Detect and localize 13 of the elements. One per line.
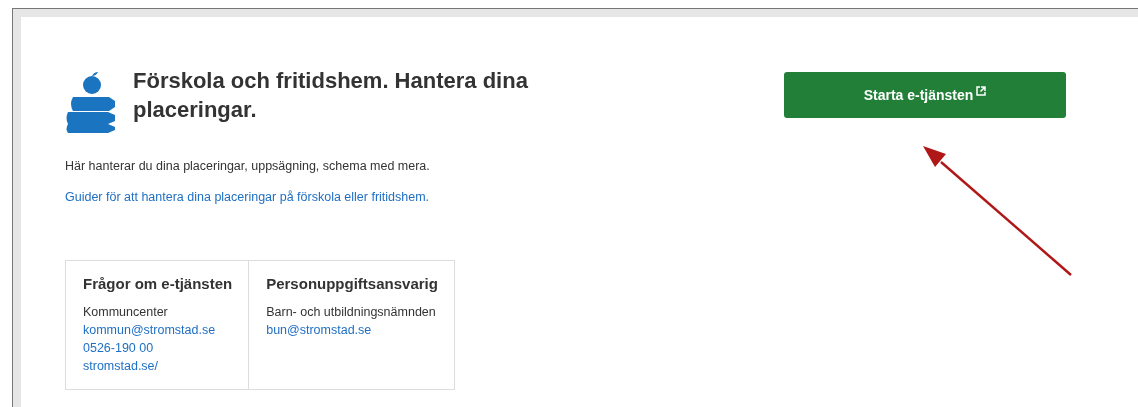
contact-link[interactable]: stromstad.se/ <box>83 356 233 375</box>
guide-link[interactable]: Guider för att hantera dina placeringar på förskola eller fritidshem. <box>65 189 430 204</box>
description-text: Här hanterar du dina placeringar, uppsägning, schema med mera. <box>65 158 431 175</box>
start-e-service-button[interactable]: Starta e-tjänsten <box>784 72 1066 118</box>
contact-link[interactable]: kommun@stromstad.se <box>83 320 233 339</box>
contact-link[interactable]: bun@stromstad.se <box>266 320 438 339</box>
contact-name: Barn- och utbildningsnämnden <box>266 303 437 321</box>
contact-name: Kommuncenter <box>83 303 169 321</box>
contact-link[interactable]: 0526-190 00 <box>83 338 233 357</box>
contact-heading: Frågor om e-tjänsten <box>83 273 233 294</box>
page-title: Förskola och fritidshem. Hantera dina placeringar. <box>133 67 529 124</box>
contact-heading: Personuppgiftsansvarig <box>266 273 438 294</box>
books-with-apple-icon <box>65 71 117 133</box>
